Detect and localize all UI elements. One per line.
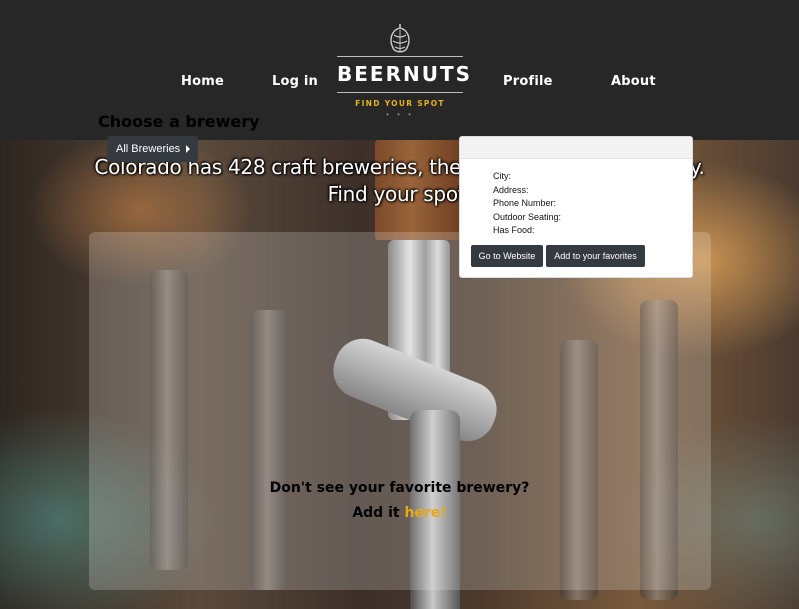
nav-login-link[interactable]: Log in [272, 74, 318, 89]
logo-tagline: FIND YOUR SPOT [355, 99, 445, 108]
brewery-panel [89, 232, 711, 590]
card-header [460, 137, 692, 159]
address-field: Address: [493, 184, 529, 195]
logo-wordmark: BEERNUTS [337, 62, 472, 86]
nav-profile-link[interactable]: Profile [503, 74, 553, 89]
outdoor-seating-field: Outdoor Seating: [493, 211, 562, 222]
site-logo[interactable]: BEERNUTS FIND YOUR SPOT • • • [337, 22, 472, 122]
logo-top-rule [337, 56, 463, 57]
choose-brewery-heading: Choose a brewery [98, 112, 260, 131]
caret-right-icon [186, 145, 191, 153]
phone-field: Phone Number: [493, 198, 557, 208]
add-to-favorites-button[interactable]: Add to your favorites [546, 245, 645, 267]
nav-home-link[interactable]: Home [181, 74, 224, 89]
brewery-details-fields: City: Address: Phone Number: Outdoor Sea… [493, 170, 561, 238]
add-brewery-link[interactable]: here! [404, 505, 446, 521]
hops-icon [390, 24, 410, 53]
go-to-website-button[interactable]: Go to Website [471, 245, 543, 267]
brewery-dropdown-button[interactable]: All Breweries [107, 136, 198, 162]
logo-bottom-rule [337, 92, 463, 93]
has-food-field: Has Food: [493, 225, 535, 235]
cta-add-line: Add it here! [0, 505, 799, 521]
logo-dots: • • • [386, 110, 414, 119]
cta-add-prefix: Add it [352, 505, 405, 521]
brewery-dropdown-label: All Breweries [116, 143, 181, 155]
city-field: City: [493, 171, 511, 181]
cta-question: Don't see your favorite brewery? [269, 480, 530, 496]
nav-about-link[interactable]: About [611, 74, 656, 89]
brewery-details-card: City: Address: Phone Number: Outdoor Sea… [459, 136, 693, 278]
